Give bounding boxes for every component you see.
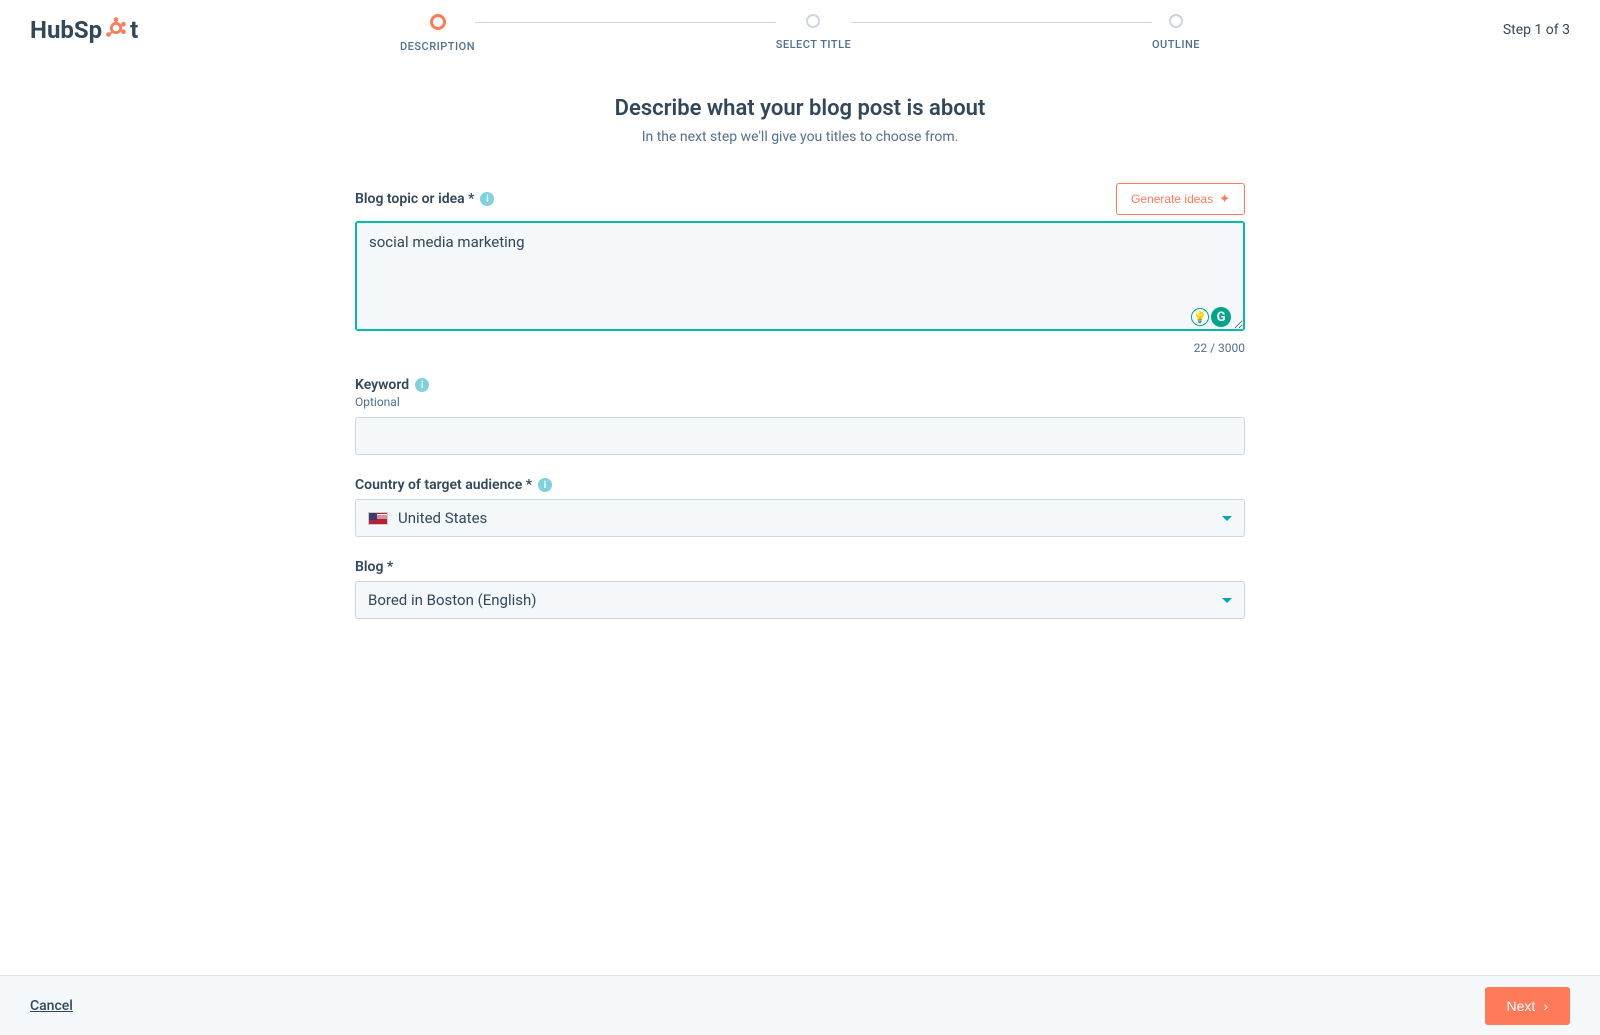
country-label: Country of target audience * i: [355, 477, 1245, 493]
country-select[interactable]: United States: [355, 499, 1245, 537]
main-content: Describe what your blog post is about In…: [345, 96, 1255, 619]
topic-label: Blog topic or idea * i: [355, 191, 494, 207]
header: HubSp t DESCRIPTION SELECT TITLE OUTLINE: [0, 0, 1600, 60]
generate-ideas-button[interactable]: Generate ideas ✦: [1116, 183, 1245, 215]
info-icon[interactable]: i: [538, 478, 552, 492]
character-count: 22 / 3000: [355, 341, 1245, 355]
blog-topic-input[interactable]: [355, 221, 1245, 331]
step-label: OUTLINE: [1152, 38, 1200, 51]
topic-textarea-wrapper: 💡 G: [355, 221, 1245, 335]
step-label: SELECT TITLE: [776, 38, 852, 51]
topic-label-row: Blog topic or idea * i Generate ideas ✦: [355, 183, 1245, 215]
optional-text: Optional: [355, 395, 1245, 409]
step-circle-icon: [806, 14, 820, 28]
chevron-right-icon: ›: [1543, 998, 1548, 1014]
page-title: Describe what your blog post is about: [355, 96, 1245, 121]
sparkle-icon: ✦: [1219, 191, 1230, 207]
hubspot-logo: HubSp t: [30, 16, 138, 44]
logo-text-part2: t: [130, 16, 138, 44]
page-subtitle: In the next step we'll give you titles t…: [355, 129, 1245, 145]
step-circle-icon: [430, 14, 446, 30]
next-button[interactable]: Next ›: [1485, 987, 1570, 1025]
grammarly-widget: 💡 G: [1191, 307, 1231, 327]
info-icon[interactable]: i: [415, 378, 429, 392]
step-description: DESCRIPTION: [400, 14, 475, 53]
info-icon[interactable]: i: [480, 192, 494, 206]
step-counter: Step 1 of 3: [1503, 22, 1570, 38]
us-flag-icon: [368, 512, 388, 525]
step-outline: OUTLINE: [1152, 14, 1200, 51]
step-connector: [851, 22, 1152, 23]
wizard-footer: Cancel Next ›: [0, 975, 1600, 1035]
keyword-label: Keyword i: [355, 377, 1245, 393]
step-connector: [475, 22, 776, 23]
chevron-down-icon: [1222, 516, 1232, 521]
cancel-button[interactable]: Cancel: [30, 998, 73, 1014]
step-label: DESCRIPTION: [400, 40, 475, 53]
keyword-input[interactable]: [355, 417, 1245, 455]
chevron-down-icon: [1222, 598, 1232, 603]
grammarly-icon[interactable]: G: [1211, 307, 1231, 327]
logo-text-part1: HubSp: [30, 16, 102, 44]
sprocket-icon: [102, 14, 130, 42]
step-circle-icon: [1169, 14, 1183, 28]
blog-select[interactable]: Bored in Boston (English): [355, 581, 1245, 619]
wizard-stepper: DESCRIPTION SELECT TITLE OUTLINE: [400, 14, 1200, 53]
step-select-title: SELECT TITLE: [776, 14, 852, 51]
blog-label: Blog *: [355, 559, 1245, 575]
suggestion-icon[interactable]: 💡: [1191, 308, 1209, 326]
